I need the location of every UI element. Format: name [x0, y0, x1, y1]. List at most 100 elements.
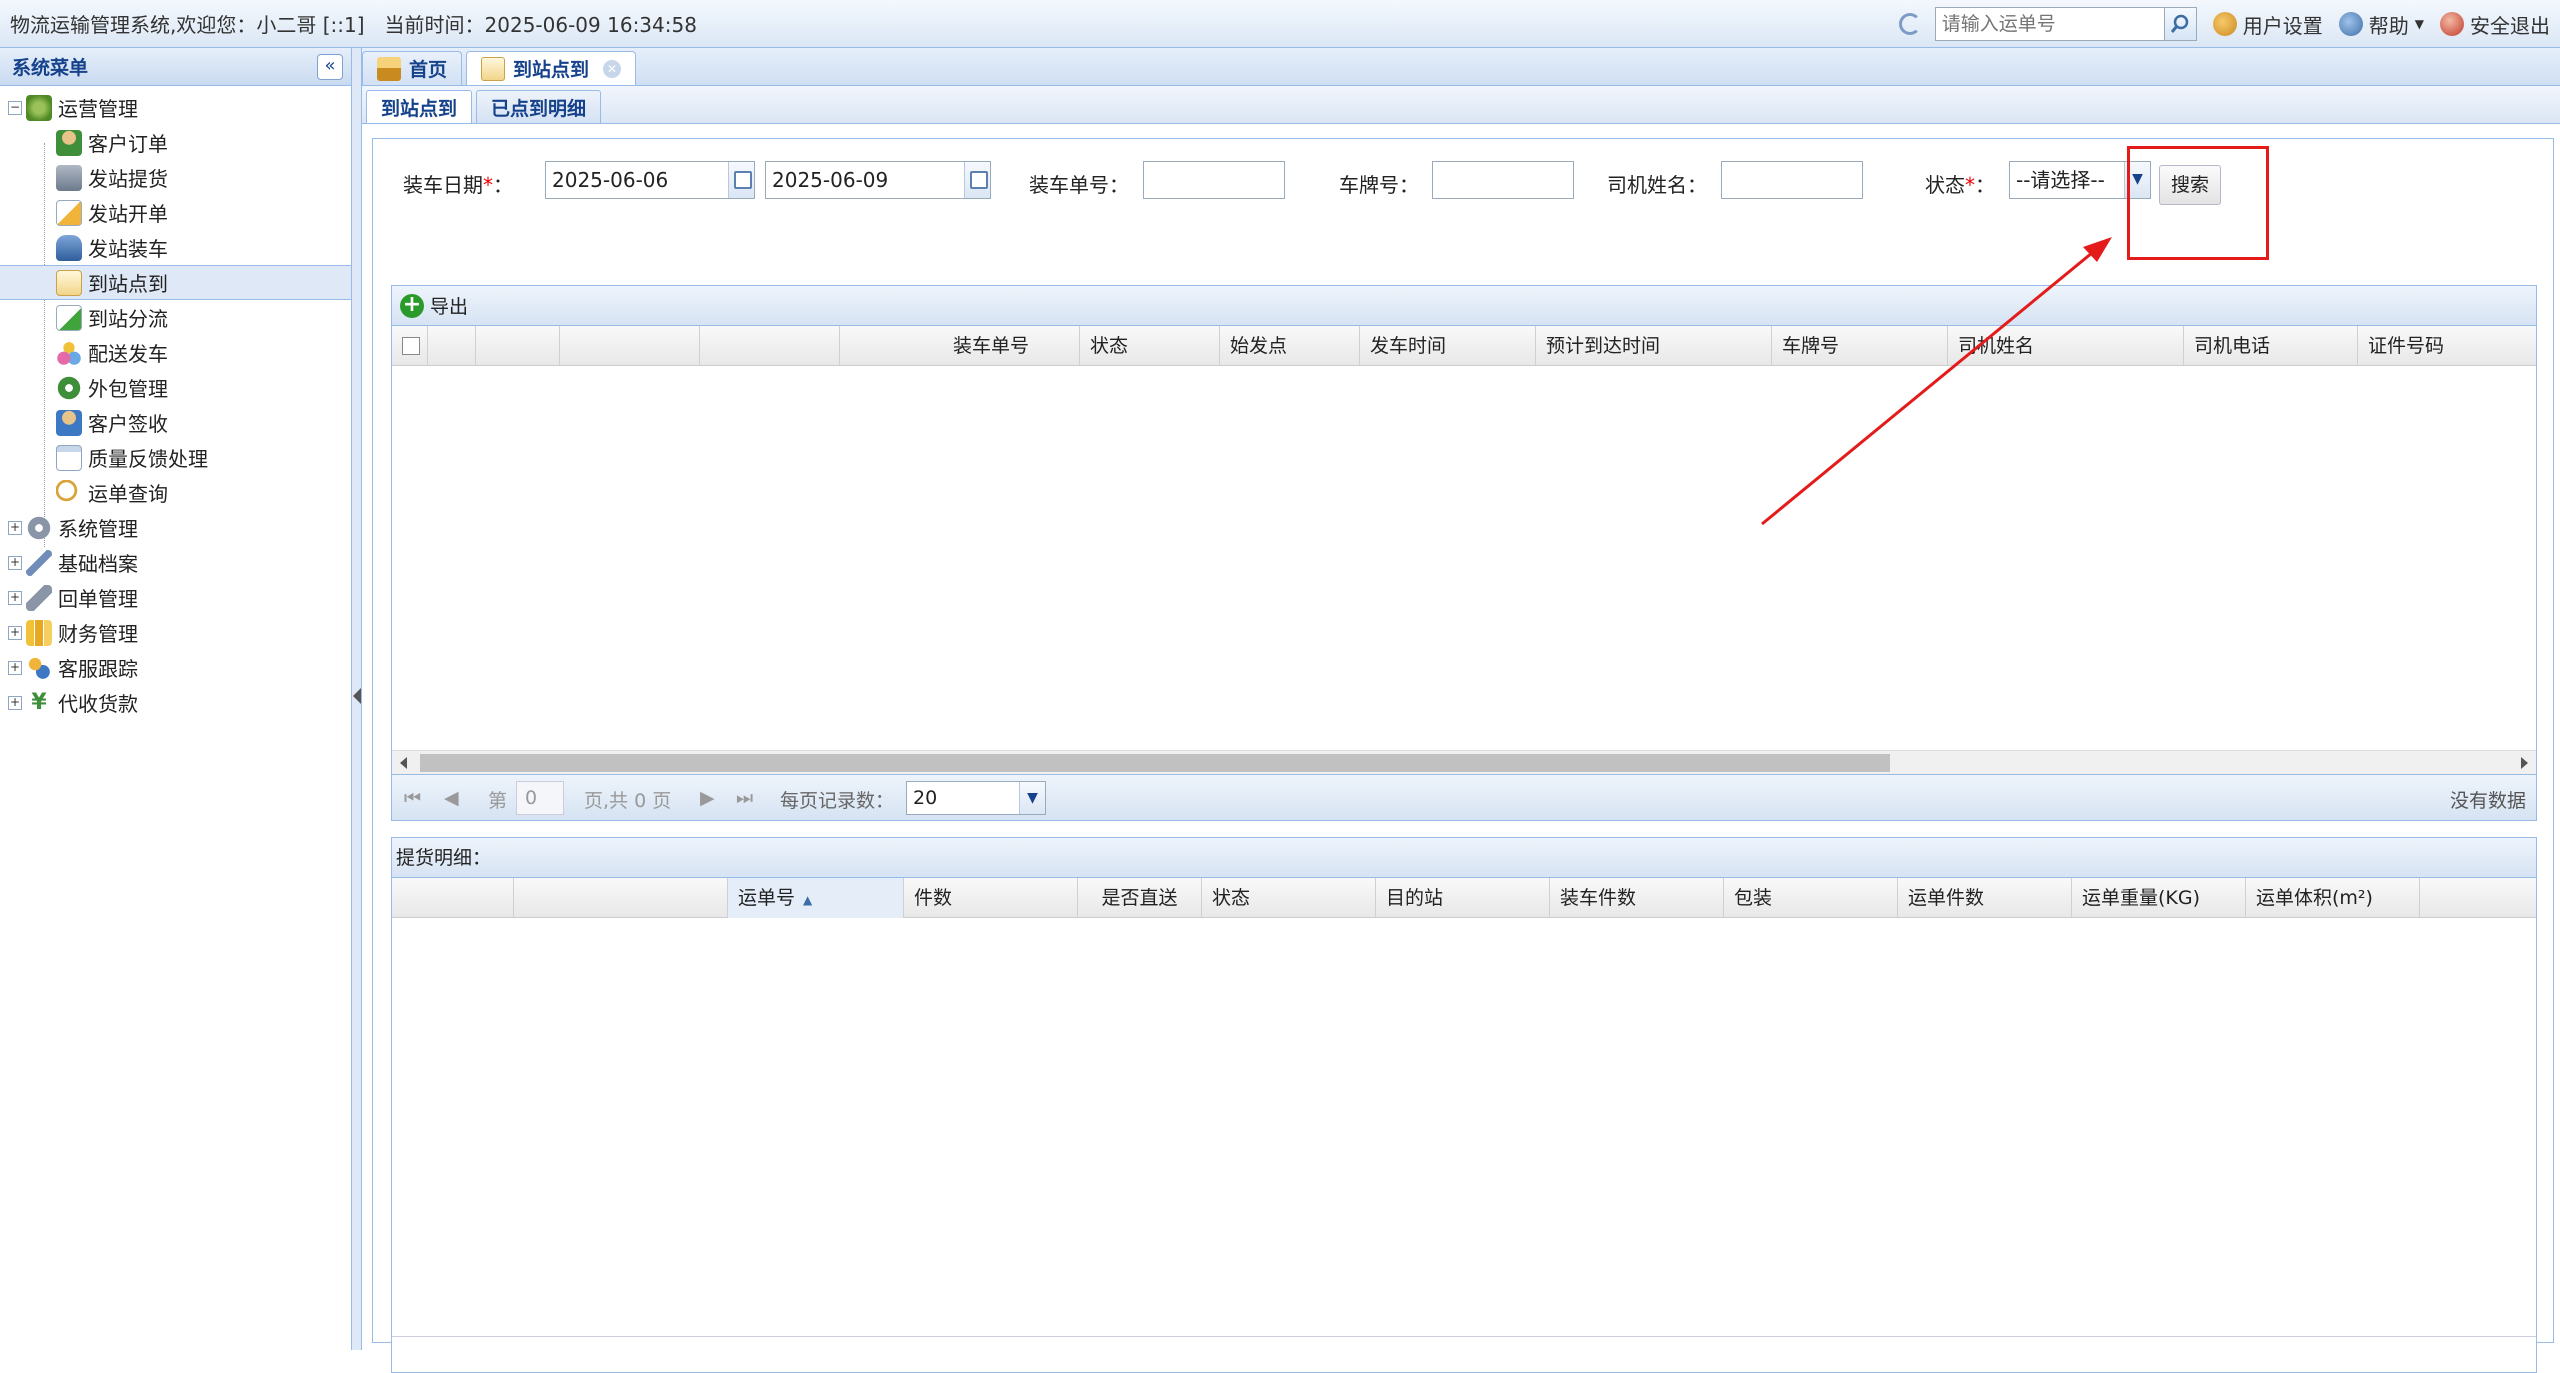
- column-header[interactable]: 包装: [1724, 878, 1898, 918]
- horizontal-scrollbar[interactable]: [392, 750, 2536, 774]
- menu-item-label: 到站点到: [88, 272, 168, 296]
- column-header[interactable]: 发车时间: [1360, 326, 1536, 366]
- help-menu[interactable]: 帮助 ▼: [2338, 10, 2424, 39]
- expand-node-icon[interactable]: +: [8, 695, 22, 710]
- expand-node-icon[interactable]: +: [8, 555, 22, 570]
- subtab-arrival-checkin[interactable]: 到站点到: [366, 90, 473, 123]
- page-total-text: 页,共 0 页: [584, 790, 672, 812]
- calendar-icon[interactable]: [964, 162, 990, 198]
- column-header[interactable]: 状态: [1202, 878, 1376, 918]
- logout-label: 安全退出: [2470, 13, 2550, 38]
- menu-group-operations[interactable]: − 运营管理: [0, 90, 351, 125]
- column-header[interactable]: 始发点: [1220, 326, 1360, 366]
- edit-form-icon: [56, 199, 82, 226]
- column-header-sorted[interactable]: 运单号 ▲: [728, 878, 904, 918]
- load-no-input[interactable]: [1143, 161, 1285, 199]
- column-header[interactable]: 司机电话: [2184, 326, 2358, 366]
- page-size-select[interactable]: 20 ▼: [906, 781, 1046, 815]
- action-header: [476, 326, 560, 366]
- pagination-bar: ⏮ ◀ 第 0 页,共 0 页 ▶ ⏭ 每页记录数： 20 ▼ 没有数据: [392, 774, 2536, 820]
- collapse-arrow-icon[interactable]: [353, 688, 361, 704]
- menu-group-basic-files[interactable]: + 基础档案: [0, 545, 351, 580]
- scroll-left-icon[interactable]: [400, 757, 407, 769]
- menu-group-customer-service[interactable]: + 客服跟踪: [0, 650, 351, 685]
- menu-item-arrival-checkin[interactable]: 到站点到: [0, 265, 351, 300]
- add-export-icon[interactable]: +: [400, 293, 424, 318]
- export-button[interactable]: 导出: [430, 292, 468, 319]
- tab-label: 首页: [409, 59, 448, 81]
- menu-group-system[interactable]: + 系统管理: [0, 510, 351, 545]
- user-settings-menu[interactable]: 用户设置: [2212, 10, 2323, 39]
- calendar-icon[interactable]: [728, 162, 754, 198]
- column-header[interactable]: 运单重量(KG): [2072, 878, 2246, 918]
- tab-home[interactable]: 首页: [362, 51, 463, 85]
- expand-node-icon[interactable]: +: [8, 660, 22, 675]
- menu-item-quality-feedback[interactable]: 质量反馈处理: [0, 440, 351, 475]
- date-to-input[interactable]: 2025-06-09: [765, 161, 991, 199]
- wrench-icon: [26, 549, 52, 576]
- close-tab-icon[interactable]: ✕: [603, 59, 622, 78]
- empty-data-text: 没有数据: [2449, 790, 2526, 812]
- column-header[interactable]: 装车单号: [840, 326, 1080, 366]
- menu-item-outsourcing[interactable]: 外包管理: [0, 370, 351, 405]
- magnifier-icon: [56, 479, 82, 506]
- column-header[interactable]: 目的站: [1376, 878, 1550, 918]
- menu-group-label: 财务管理: [58, 622, 138, 646]
- sidebar-header: 系统菜单 «: [0, 48, 351, 86]
- subtab-checked-details[interactable]: 已点到明细: [476, 90, 602, 123]
- menu-item-customer-order[interactable]: 客户订单: [0, 125, 351, 160]
- column-header[interactable]: 预计到达时间: [1536, 326, 1772, 366]
- menu-item-customer-sign[interactable]: 客户签收: [0, 405, 351, 440]
- action-header: [560, 326, 700, 366]
- menu-item-billing[interactable]: 发站开单: [0, 195, 351, 230]
- date-from-input[interactable]: 2025-06-06: [545, 161, 755, 199]
- grid-header: 运单号 ▲ 件数 是否直送 状态 目的站 装车件数 包装 运单件数 运单重量(KG…: [392, 878, 2536, 918]
- menu-item-waybill-query[interactable]: 运单查询: [0, 475, 351, 510]
- refresh-icon[interactable]: [1898, 13, 1921, 35]
- chevron-down-icon[interactable]: ▼: [1019, 782, 1045, 814]
- menu-item-pickup[interactable]: 发站提货: [0, 160, 351, 195]
- column-header[interactable]: 装车件数: [1550, 878, 1724, 918]
- column-header[interactable]: 运单件数: [1898, 878, 2072, 918]
- scroll-thumb[interactable]: [420, 754, 1890, 772]
- yen-icon: ¥: [31, 689, 47, 715]
- page-size-value: 20: [913, 787, 938, 809]
- menu-group-label: 回单管理: [58, 587, 138, 611]
- first-page-icon[interactable]: ⏮: [404, 787, 421, 809]
- column-header[interactable]: 证件号码: [2358, 326, 2538, 366]
- menu-group-label: 代收货款: [58, 692, 138, 716]
- prev-page-icon[interactable]: ◀: [444, 787, 459, 809]
- logout-menu[interactable]: 安全退出: [2440, 10, 2550, 39]
- last-page-icon[interactable]: ⏭: [736, 787, 753, 809]
- required-mark: *: [1965, 173, 1975, 197]
- menu-group-receipt[interactable]: + 回单管理: [0, 580, 351, 615]
- column-header[interactable]: 司机姓名: [1948, 326, 2184, 366]
- column-header[interactable]: 件数: [904, 878, 1078, 918]
- search-icon[interactable]: [2163, 8, 2196, 40]
- column-header[interactable]: 运单体积(m²): [2246, 878, 2420, 918]
- menu-item-delivery[interactable]: 配送发车: [0, 335, 351, 370]
- next-page-icon[interactable]: ▶: [700, 787, 715, 809]
- expand-node-icon[interactable]: +: [8, 625, 22, 640]
- waybill-search-input[interactable]: [1935, 8, 2164, 40]
- menu-group-cod[interactable]: + ¥ 代收货款: [0, 685, 351, 720]
- page-number-input[interactable]: 0: [516, 781, 564, 815]
- collapse-node-icon[interactable]: −: [8, 100, 22, 115]
- logout-user-icon: [2440, 12, 2464, 36]
- menu-item-arrival-dispatch[interactable]: 到站分流: [0, 300, 351, 335]
- column-header[interactable]: 车牌号: [1772, 326, 1948, 366]
- sidebar-splitter[interactable]: [352, 48, 362, 1350]
- menu-item-loading[interactable]: 发站装车: [0, 230, 351, 265]
- column-header[interactable]: 是否直送: [1078, 878, 1202, 918]
- collapse-sidebar-icon[interactable]: «: [317, 53, 343, 80]
- expand-node-icon[interactable]: +: [8, 590, 22, 605]
- expand-node-icon[interactable]: +: [8, 520, 22, 535]
- user-settings-icon: [2212, 12, 2237, 36]
- select-all-checkbox[interactable]: [402, 337, 420, 355]
- menu-group-finance[interactable]: + 财务管理: [0, 615, 351, 650]
- plate-input[interactable]: [1432, 161, 1574, 199]
- scroll-right-icon[interactable]: [2521, 757, 2528, 769]
- driver-input[interactable]: [1721, 161, 1863, 199]
- tab-arrival-checkin[interactable]: 到站点到 ✕: [466, 51, 637, 85]
- column-header[interactable]: 状态: [1080, 326, 1220, 366]
